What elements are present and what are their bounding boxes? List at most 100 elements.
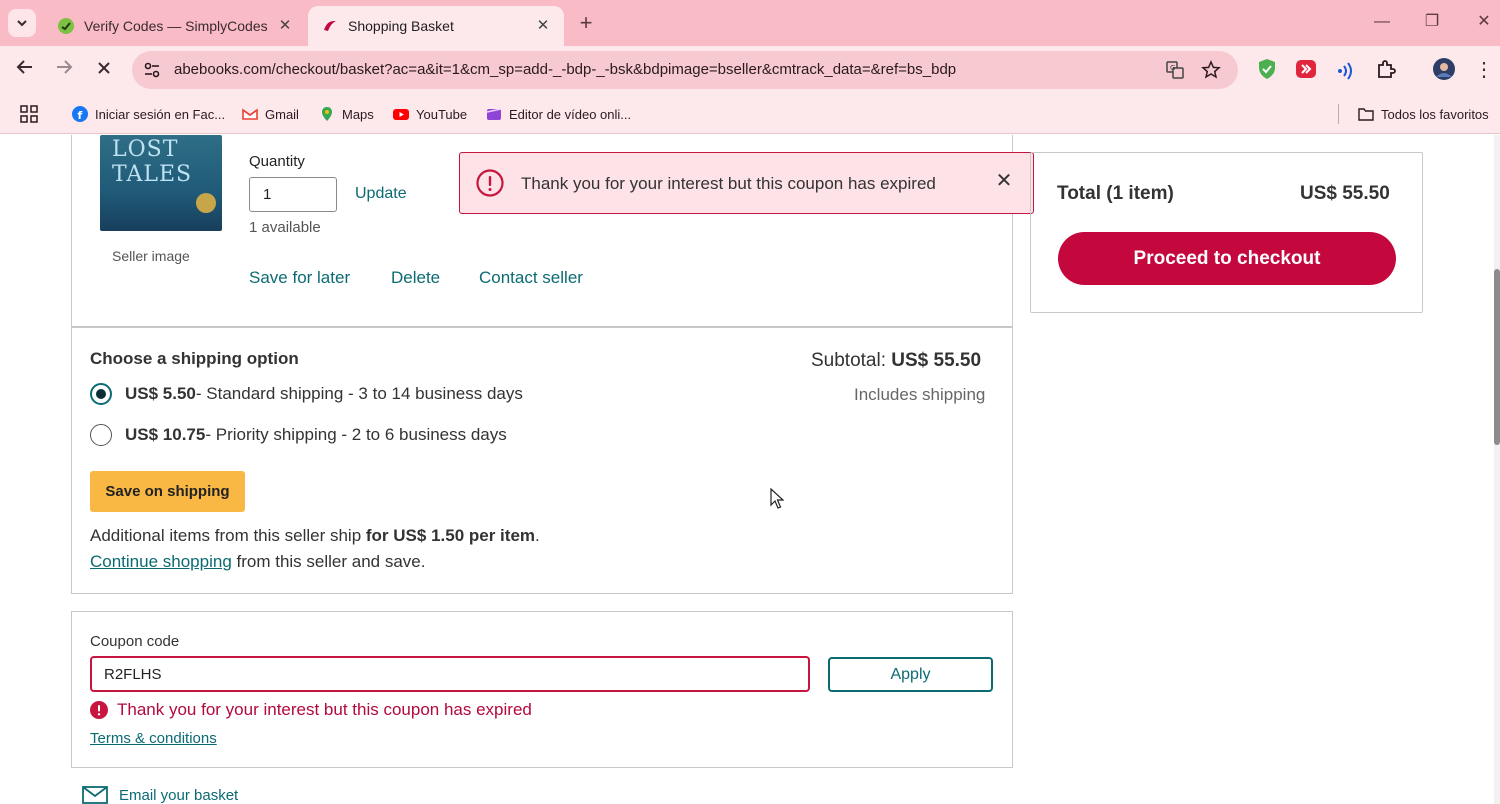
alert-icon — [90, 701, 108, 719]
folder-icon — [1358, 108, 1374, 121]
delete-item-link[interactable]: Delete — [391, 268, 440, 288]
puzzle-extensions-icon[interactable] — [1374, 57, 1398, 81]
stop-loading-button[interactable] — [90, 56, 118, 84]
maps-icon — [322, 107, 332, 121]
all-bookmarks-folder[interactable]: Todos los favoritos — [1358, 102, 1489, 126]
includes-shipping-note: Includes shipping — [854, 385, 986, 404]
bookmark-label: YouTube — [416, 106, 468, 122]
arrow-right-icon — [57, 60, 73, 74]
bookmark-video-editor[interactable]: Editor de vídeo onli... — [486, 102, 631, 126]
restore-icon[interactable]: ❐ — [1420, 10, 1444, 34]
envelope-icon — [82, 786, 108, 804]
page-content: LOST TALES Seller image Quantity Update … — [0, 135, 1500, 804]
save-for-later-link[interactable]: Save for later — [249, 268, 350, 288]
book-cover-title: LOST TALES — [112, 137, 193, 187]
radio-unselected[interactable] — [90, 424, 112, 446]
coupon-label: Coupon code — [90, 633, 180, 650]
bookmark-youtube[interactable]: YouTube — [393, 102, 467, 126]
site-info-icon[interactable] — [142, 60, 162, 80]
apply-coupon-button[interactable]: Apply — [828, 657, 993, 692]
minimize-icon[interactable]: — — [1370, 10, 1394, 34]
url-text: abebooks.com/checkout/basket?ac=a&it=1&c… — [174, 61, 957, 78]
continue-suffix: from this seller and save. — [231, 552, 426, 571]
translate-icon[interactable]: G — [1165, 60, 1185, 80]
toast-message: Thank you for your interest but this cou… — [521, 174, 936, 193]
tab-bar: Verify Codes — SimplyCodes ✕ Shopping Ba… — [0, 0, 1500, 46]
close-icon[interactable]: ✕ — [993, 170, 1015, 192]
bookmark-label: Iniciar sesión en Fac... — [95, 106, 226, 122]
quantity-input[interactable] — [249, 177, 337, 212]
shipping-title: Choose a shipping option — [90, 349, 299, 368]
bookmark-maps[interactable]: Maps — [319, 102, 374, 126]
additional-prefix: Additional items from this seller ship — [90, 526, 366, 545]
shipping-desc: - Standard shipping - 3 to 14 business d… — [195, 384, 523, 403]
tab-title: Verify Codes — SimplyCodes — [84, 18, 268, 34]
available-count: 1 available — [249, 219, 321, 236]
bookmark-label: Editor de vídeo onli... — [509, 106, 632, 122]
subtotal-label: Subtotal: — [811, 350, 886, 371]
apps-grid-icon[interactable] — [20, 105, 38, 123]
shipping-option-standard[interactable]: US$ 5.50 - Standard shipping - 3 to 14 b… — [90, 382, 523, 406]
proceed-to-checkout-button[interactable]: Proceed to checkout — [1058, 232, 1396, 285]
gmail-icon — [242, 108, 258, 120]
shipping-option-priority[interactable]: US$ 10.75 - Priority shipping - 2 to 6 b… — [90, 423, 507, 447]
audio-extension-icon[interactable] — [1334, 57, 1358, 81]
browser-menu-icon[interactable]: ⋮ — [1470, 56, 1498, 84]
profile-avatar-icon[interactable] — [1432, 57, 1456, 81]
close-tab-icon[interactable]: ✕ — [276, 17, 294, 35]
red-extension-icon[interactable] — [1294, 57, 1318, 81]
shipping-price: US$ 10.75 — [125, 425, 206, 444]
svg-text:f: f — [78, 109, 83, 122]
terms-conditions-link[interactable]: Terms & conditions — [90, 730, 217, 747]
email-basket-label: Email your basket — [119, 786, 239, 804]
contact-seller-link[interactable]: Contact seller — [479, 268, 583, 288]
coupon-error-text: Thank you for your interest but this cou… — [117, 700, 532, 719]
coupon-error: Thank you for your interest but this cou… — [90, 700, 532, 720]
bookmark-label: Maps — [342, 106, 374, 122]
bookmarks-bar: f Iniciar sesión en Fac... Gmail Maps Yo… — [0, 94, 1500, 134]
tab-shopping-basket[interactable]: Shopping Basket ✕ — [308, 6, 564, 46]
shield-extension-icon[interactable] — [1255, 57, 1279, 81]
page-scrollbar[interactable] — [1494, 135, 1500, 804]
subtotal-value: US$ 55.50 — [891, 350, 982, 371]
arrow-left-icon — [16, 60, 32, 74]
additional-items-note: Additional items from this seller ship f… — [90, 526, 540, 546]
scrollbar-thumb[interactable] — [1494, 269, 1500, 445]
bookmark-label: Gmail — [265, 106, 299, 122]
coupon-input[interactable] — [90, 656, 810, 692]
browser-toolbar: abebooks.com/checkout/basket?ac=a&it=1&c… — [0, 46, 1500, 94]
forward-button[interactable] — [50, 56, 78, 84]
shipping-desc: - Priority shipping - 2 to 6 business da… — [205, 425, 507, 444]
address-bar[interactable]: abebooks.com/checkout/basket?ac=a&it=1&c… — [132, 51, 1238, 89]
coupon-expired-toast: Thank you for your interest but this cou… — [459, 152, 1034, 214]
continue-shopping-link[interactable]: Continue shopping — [90, 552, 232, 571]
additional-suffix: . — [535, 526, 540, 545]
bookmark-label: Todos los favoritos — [1381, 106, 1489, 122]
tab-search-button[interactable] — [8, 9, 36, 37]
book-cover-seal — [196, 193, 216, 213]
simplycodes-favicon-icon — [58, 18, 74, 34]
subtotal: Subtotal: US$ 55.50 — [811, 350, 981, 372]
save-on-shipping-button[interactable]: Save on shipping — [90, 471, 245, 512]
video-editor-icon — [486, 108, 502, 120]
shipping-price: US$ 5.50 — [125, 384, 196, 403]
youtube-icon — [393, 109, 409, 120]
email-basket-link[interactable]: Email your basket — [82, 785, 238, 804]
new-tab-button[interactable]: + — [572, 10, 600, 38]
abebooks-favicon-icon — [324, 21, 336, 31]
star-icon[interactable] — [1201, 60, 1221, 80]
book-cover-image[interactable]: LOST TALES — [100, 135, 222, 231]
close-tab-icon[interactable]: ✕ — [534, 17, 552, 35]
bookmark-gmail[interactable]: Gmail — [242, 102, 299, 126]
radio-selected[interactable] — [90, 383, 112, 405]
tab-simplycodes[interactable]: Verify Codes — SimplyCodes ✕ — [44, 6, 306, 46]
update-quantity-link[interactable]: Update — [355, 185, 407, 203]
close-window-icon[interactable]: ✕ — [1472, 10, 1496, 34]
mouse-cursor-icon — [770, 488, 784, 509]
total-label: Total (1 item) — [1057, 183, 1174, 204]
facebook-icon: f — [72, 106, 88, 122]
tab-title: Shopping Basket — [348, 18, 454, 34]
back-button[interactable] — [11, 56, 39, 84]
bookmark-facebook[interactable]: f Iniciar sesión en Fac... — [72, 102, 225, 126]
continue-shopping-note: Continue shopping from this seller and s… — [90, 552, 425, 572]
